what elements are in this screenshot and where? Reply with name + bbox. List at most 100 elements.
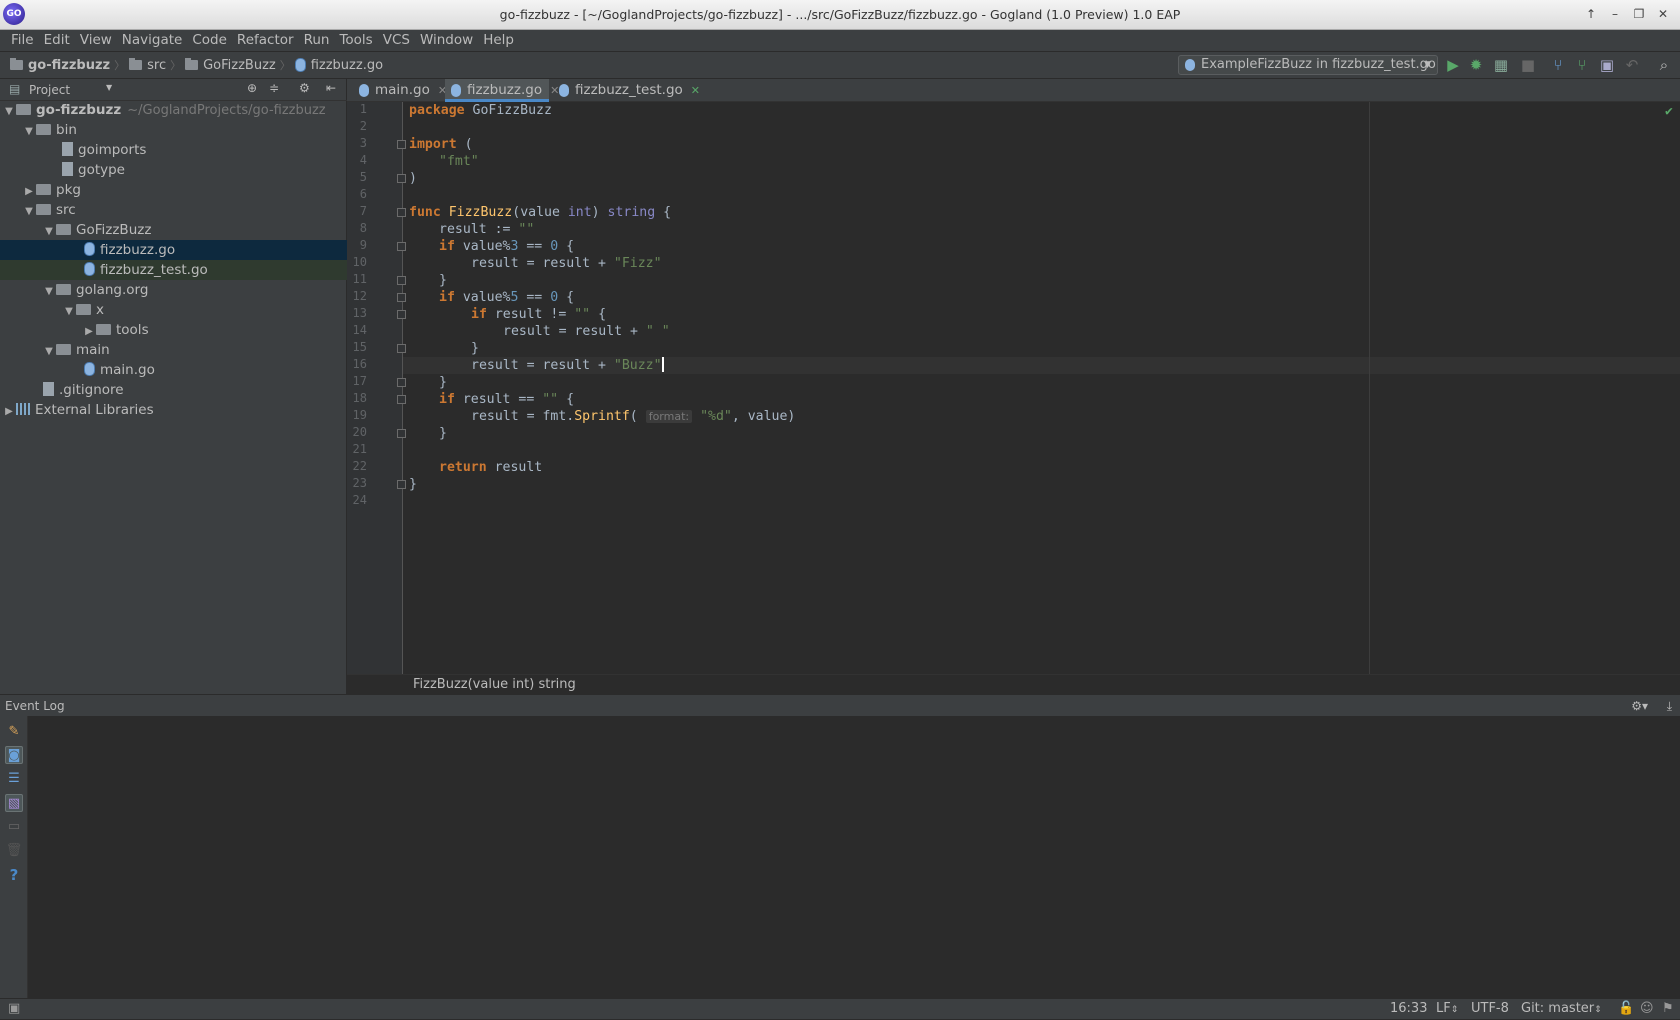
scroll-to-end-icon[interactable]: ▧ bbox=[5, 794, 23, 812]
folder-icon bbox=[16, 104, 31, 115]
tool-windows-icon[interactable]: ▣ bbox=[8, 999, 20, 1019]
code-editor[interactable]: 1 2 3 4 5 6 7 8 9 10 11 12 13 14 15 16 1… bbox=[347, 102, 1680, 674]
expand-arrow-icon[interactable]: ▼ bbox=[22, 202, 36, 222]
expand-arrow-icon[interactable]: ▼ bbox=[42, 282, 56, 302]
expand-arrow-icon[interactable]: ▼ bbox=[62, 302, 76, 322]
tree-item-main[interactable]: ▼ main bbox=[0, 340, 347, 360]
fold-marker[interactable] bbox=[397, 293, 406, 302]
project-view-select[interactable]: Project bbox=[29, 83, 70, 97]
scroll-from-source-icon[interactable]: ⊕ bbox=[247, 81, 257, 95]
fold-marker[interactable] bbox=[397, 208, 406, 217]
tree-item-pkg[interactable]: ▶ pkg bbox=[0, 180, 347, 200]
fold-marker[interactable] bbox=[397, 140, 406, 149]
vcs-update-icon[interactable]: ⑂ bbox=[1548, 55, 1568, 75]
fold-marker[interactable] bbox=[397, 480, 406, 489]
expand-arrow-icon[interactable]: ▼ bbox=[42, 342, 56, 362]
expand-arrow-icon[interactable]: ▼ bbox=[2, 102, 16, 122]
mark-read-icon[interactable]: ▭ bbox=[5, 818, 23, 836]
menu-edit[interactable]: Edit bbox=[39, 30, 75, 51]
coverage-icon[interactable]: ▦ bbox=[1491, 55, 1511, 75]
menu-run[interactable]: Run bbox=[299, 30, 335, 51]
gear-icon[interactable]: ⚙▾ bbox=[1631, 695, 1648, 717]
expand-arrow-icon[interactable]: ▼ bbox=[42, 222, 56, 242]
close-tab-icon[interactable]: ✕ bbox=[691, 84, 700, 97]
tree-item-gofizzbuzz[interactable]: ▼ GoFizzBuzz bbox=[0, 220, 347, 240]
tree-item-fizzbuzz-go[interactable]: fizzbuzz.go bbox=[0, 240, 347, 260]
gopher-icon bbox=[451, 84, 461, 97]
tab-main-go[interactable]: main.go ✕ bbox=[353, 79, 447, 102]
menu-refactor[interactable]: Refactor bbox=[232, 30, 299, 51]
revert-icon[interactable]: ↶ bbox=[1622, 55, 1642, 75]
hide-panel-icon[interactable]: ⇤ bbox=[326, 81, 336, 95]
menu-navigate[interactable]: Navigate bbox=[117, 30, 188, 51]
settings-tools-icon[interactable]: ✎ bbox=[5, 723, 23, 741]
fold-marker[interactable] bbox=[397, 395, 406, 404]
menu-vcs[interactable]: VCS bbox=[378, 30, 415, 51]
fold-marker[interactable] bbox=[397, 429, 406, 438]
caret-position[interactable]: 16:33 bbox=[1390, 999, 1427, 1019]
tree-root[interactable]: ▼ go-fizzbuzz ~/GoglandProjects/go-fizzbuz… bbox=[0, 100, 347, 120]
line-number: 17 bbox=[352, 374, 367, 388]
tree-item-fizzbuzz-test-go[interactable]: fizzbuzz_test.go bbox=[0, 260, 347, 280]
tree-item-external-libraries[interactable]: ▶ External Libraries bbox=[0, 400, 347, 420]
crumb-file[interactable]: fizzbuzz.go bbox=[291, 52, 387, 78]
crumb-src[interactable]: src bbox=[125, 52, 170, 78]
menu-code[interactable]: Code bbox=[187, 30, 232, 51]
gear-icon[interactable]: ⚙ bbox=[299, 81, 310, 95]
fold-marker[interactable] bbox=[397, 344, 406, 353]
collapse-arrow-icon[interactable]: ▶ bbox=[82, 322, 96, 342]
function-signature-breadcrumb[interactable]: FizzBuzz(value int) string bbox=[347, 674, 1680, 694]
help-icon[interactable]: ? bbox=[5, 866, 23, 884]
file-encoding[interactable]: UTF-8 bbox=[1471, 999, 1509, 1019]
fold-marker[interactable] bbox=[397, 276, 406, 285]
tree-item-golang-org[interactable]: ▼ golang.org bbox=[0, 280, 347, 300]
restore-icon[interactable]: ❐ bbox=[1628, 3, 1650, 25]
fold-marker[interactable] bbox=[397, 378, 406, 387]
tree-item-x[interactable]: ▼ x bbox=[0, 300, 347, 320]
event-icon[interactable]: ⚑ bbox=[1662, 999, 1674, 1019]
crumb-gofizzbuzz[interactable]: GoFizzBuzz bbox=[181, 52, 280, 78]
menu-tools[interactable]: Tools bbox=[334, 30, 377, 51]
tree-item-goimports[interactable]: goimports bbox=[0, 140, 347, 160]
fold-marker[interactable] bbox=[397, 174, 406, 183]
event-log-content[interactable] bbox=[28, 716, 1680, 998]
expand-arrow-icon[interactable]: ▼ bbox=[22, 122, 36, 142]
soft-wrap-icon[interactable]: ☰ bbox=[5, 770, 23, 788]
vcs-history-icon[interactable]: ▣ bbox=[1597, 55, 1617, 75]
run-icon[interactable]: ▶ bbox=[1443, 55, 1463, 75]
search-icon[interactable]: ⌕ bbox=[1654, 55, 1674, 75]
tree-item-bin[interactable]: ▼ bin bbox=[0, 120, 347, 140]
collapse-arrow-icon[interactable]: ▶ bbox=[2, 402, 16, 422]
tab-fizzbuzz-go[interactable]: fizzbuzz.go ✕ bbox=[445, 79, 559, 102]
dropdown-arrow-icon[interactable]: ▼ bbox=[106, 83, 112, 92]
inspector-icon[interactable]: ☺ bbox=[1640, 999, 1654, 1019]
balloon-icon[interactable]: ◙ bbox=[5, 746, 23, 764]
tab-fizzbuzz-test-go[interactable]: fizzbuzz_test.go ✕ bbox=[553, 79, 700, 102]
fold-marker[interactable] bbox=[397, 242, 406, 251]
menu-file[interactable]: File bbox=[6, 30, 39, 51]
collapse-all-icon[interactable]: ≑ bbox=[269, 81, 279, 95]
vcs-commit-icon[interactable]: ⑂ bbox=[1572, 55, 1592, 75]
vcs-branch[interactable]: Git: master⇕ bbox=[1521, 999, 1602, 1020]
line-separator[interactable]: LF⇕ bbox=[1436, 999, 1458, 1020]
menu-help[interactable]: Help bbox=[478, 30, 519, 51]
tree-item-tools[interactable]: ▶ tools bbox=[0, 320, 347, 340]
debug-icon[interactable]: ✹ bbox=[1466, 55, 1486, 75]
lock-icon[interactable]: 🔓 bbox=[1618, 999, 1634, 1019]
menu-window[interactable]: Window bbox=[415, 30, 478, 51]
collapse-arrow-icon[interactable]: ▶ bbox=[22, 182, 36, 202]
run-configuration-select[interactable]: ExampleFizzBuzz in fizzbuzz_test.go ▼ bbox=[1178, 55, 1438, 75]
trash-icon[interactable]: 🗑 bbox=[5, 842, 23, 860]
minimize-icon[interactable]: – bbox=[1604, 3, 1626, 25]
crumb-project[interactable]: go-fizzbuzz bbox=[6, 52, 114, 78]
stop-icon[interactable]: ■ bbox=[1518, 55, 1538, 75]
tree-item-gitignore[interactable]: .gitignore bbox=[0, 380, 347, 400]
arrow-up-icon[interactable]: ↑ bbox=[1580, 3, 1602, 25]
hide-panel-icon[interactable]: ⤓ bbox=[1667, 695, 1672, 717]
tree-item-gotype[interactable]: gotype bbox=[0, 160, 347, 180]
fold-marker[interactable] bbox=[397, 310, 406, 319]
close-icon[interactable]: ✕ bbox=[1652, 3, 1674, 25]
tree-item-main-go[interactable]: main.go bbox=[0, 360, 347, 380]
tree-item-src[interactable]: ▼ src bbox=[0, 200, 347, 220]
menu-view[interactable]: View bbox=[75, 30, 117, 51]
